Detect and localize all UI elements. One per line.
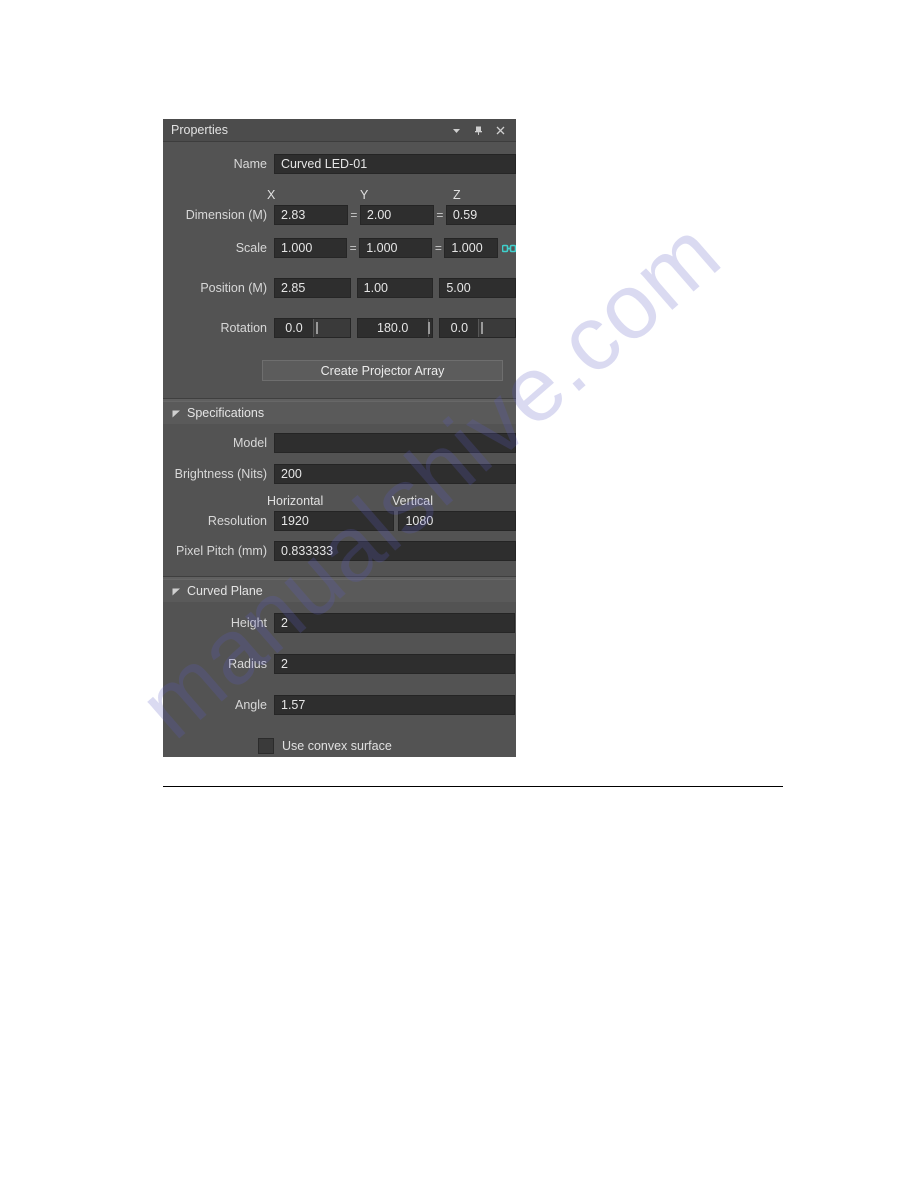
rotation-z-spinner[interactable]: 0.0 — [439, 318, 517, 338]
rotation-x-spinner[interactable]: 0.0 — [274, 318, 351, 338]
curved-plane-section-body: Height 2 Radius 2 Angle 1.57 Use convex … — [163, 612, 516, 757]
rotation-label: Rotation — [220, 321, 267, 335]
axis-header-z: Z — [453, 187, 461, 202]
rotation-z-value: 0.0 — [440, 319, 480, 337]
chain-link-icon[interactable] — [502, 242, 516, 255]
create-projector-array-button[interactable]: Create Projector Array — [262, 360, 503, 381]
height-input[interactable]: 2 — [274, 613, 515, 633]
resolution-header-row: Horizontal Vertical — [163, 491, 516, 510]
dimension-x-input[interactable]: 2.83 — [274, 205, 348, 225]
curved-plane-header-label: Curved Plane — [187, 584, 263, 598]
height-row: Height 2 — [163, 612, 516, 634]
rotation-y-spinner[interactable]: 180.0 — [356, 318, 434, 338]
pixel-pitch-row: Pixel Pitch (mm) 0.833333 — [163, 540, 516, 562]
brightness-row: Brightness (Nits) 200 — [163, 463, 516, 485]
axis-header-row: X Y Z — [163, 185, 516, 204]
use-convex-surface-row: Use convex surface — [163, 735, 516, 757]
scale-label: Scale — [235, 241, 267, 255]
specifications-section-body: Model Brightness (Nits) 200 Horizontal V… — [163, 432, 516, 576]
pixel-pitch-input[interactable]: 0.833333 — [274, 541, 516, 561]
rotation-z-slider-track[interactable] — [479, 319, 516, 337]
name-input[interactable]: Curved LED-01 — [274, 154, 516, 174]
position-z-input[interactable]: 5.00 — [439, 278, 517, 298]
resolution-vertical-header: Vertical — [392, 493, 433, 508]
axis-header-y: Y — [360, 187, 369, 202]
specifications-header-label: Specifications — [187, 406, 265, 420]
dimension-label: Dimension (M) — [185, 208, 267, 222]
pixel-pitch-label: Pixel Pitch (mm) — [176, 544, 267, 558]
resolution-row: Resolution 1920 1080 — [163, 510, 516, 532]
pin-icon[interactable] — [472, 124, 485, 137]
position-x-input[interactable]: 2.85 — [274, 278, 351, 298]
scale-x-input[interactable]: 1.000 — [274, 238, 348, 258]
name-row: Name Curved LED-01 — [163, 142, 516, 177]
rotation-x-slider-track[interactable] — [314, 319, 350, 337]
angle-label: Angle — [235, 698, 267, 712]
scale-separator-yz: = — [434, 241, 442, 255]
rotation-y-slider-track[interactable] — [427, 319, 433, 337]
resolution-horizontal-input[interactable]: 1920 — [274, 511, 395, 531]
position-y-input[interactable]: 1.00 — [356, 278, 434, 298]
rotation-y-slider-handle[interactable] — [428, 322, 431, 334]
rotation-z-slider-handle[interactable] — [481, 322, 484, 334]
page-horizontal-rule — [163, 786, 783, 787]
properties-panel: Properties Name Curved LED-01 X Y Z Dime… — [163, 119, 517, 757]
panel-titlebar: Properties — [163, 119, 516, 142]
model-input[interactable] — [274, 433, 516, 453]
rotation-x-slider-handle[interactable] — [316, 322, 318, 334]
dimension-separator-yz: = — [436, 208, 444, 222]
create-projector-array-row: Create Projector Array — [163, 359, 516, 382]
chevron-down-icon[interactable] — [450, 124, 463, 137]
radius-row: Radius 2 — [163, 653, 516, 675]
transform-section: Name Curved LED-01 X Y Z Dimension (M) 2… — [163, 142, 517, 398]
collapse-triangle-icon[interactable] — [172, 409, 181, 418]
dimension-y-input[interactable]: 2.00 — [359, 205, 434, 225]
radius-label: Radius — [228, 657, 267, 671]
brightness-label: Brightness (Nits) — [174, 467, 267, 481]
specifications-section-header[interactable]: Specifications — [163, 401, 516, 424]
dimension-row: Dimension (M) 2.83 = 2.00 = 0.59 — [163, 204, 516, 226]
resolution-horizontal-header: Horizontal — [267, 493, 324, 508]
curved-plane-section-header[interactable]: Curved Plane — [163, 579, 516, 602]
panel-title: Properties — [171, 123, 228, 137]
close-icon[interactable] — [494, 124, 507, 137]
dimension-separator-xy: = — [350, 208, 358, 222]
rotation-x-value: 0.0 — [275, 319, 314, 337]
collapse-triangle-icon[interactable] — [172, 587, 181, 596]
use-convex-surface-checkbox[interactable] — [258, 738, 274, 754]
rotation-y-value: 180.0 — [377, 321, 409, 335]
dimension-z-input[interactable]: 0.59 — [445, 205, 516, 225]
scale-separator-xy: = — [349, 241, 357, 255]
brightness-input[interactable]: 200 — [274, 464, 516, 484]
name-label: Name — [233, 157, 267, 171]
use-convex-surface-label: Use convex surface — [282, 739, 392, 753]
scale-y-input[interactable]: 1.000 — [359, 238, 433, 258]
position-label: Position (M) — [200, 281, 267, 295]
position-row: Position (M) 2.85 1.00 5.00 — [163, 277, 517, 299]
rotation-row: Rotation 0.0 180.0 0.0 — [163, 317, 517, 339]
radius-input[interactable]: 2 — [274, 654, 515, 674]
titlebar-icon-group — [450, 124, 512, 137]
scale-row: Scale 1.000 = 1.000 = 1.000 — [163, 237, 516, 259]
model-row: Model — [163, 432, 516, 454]
resolution-vertical-input[interactable]: 1080 — [398, 511, 516, 531]
axis-header-x: X — [267, 187, 276, 202]
scale-z-input[interactable]: 1.000 — [444, 238, 498, 258]
model-label: Model — [232, 436, 267, 450]
height-label: Height — [230, 616, 267, 630]
angle-input[interactable]: 1.57 — [274, 695, 515, 715]
angle-row: Angle 1.57 — [163, 694, 516, 716]
resolution-label: Resolution — [207, 514, 267, 528]
